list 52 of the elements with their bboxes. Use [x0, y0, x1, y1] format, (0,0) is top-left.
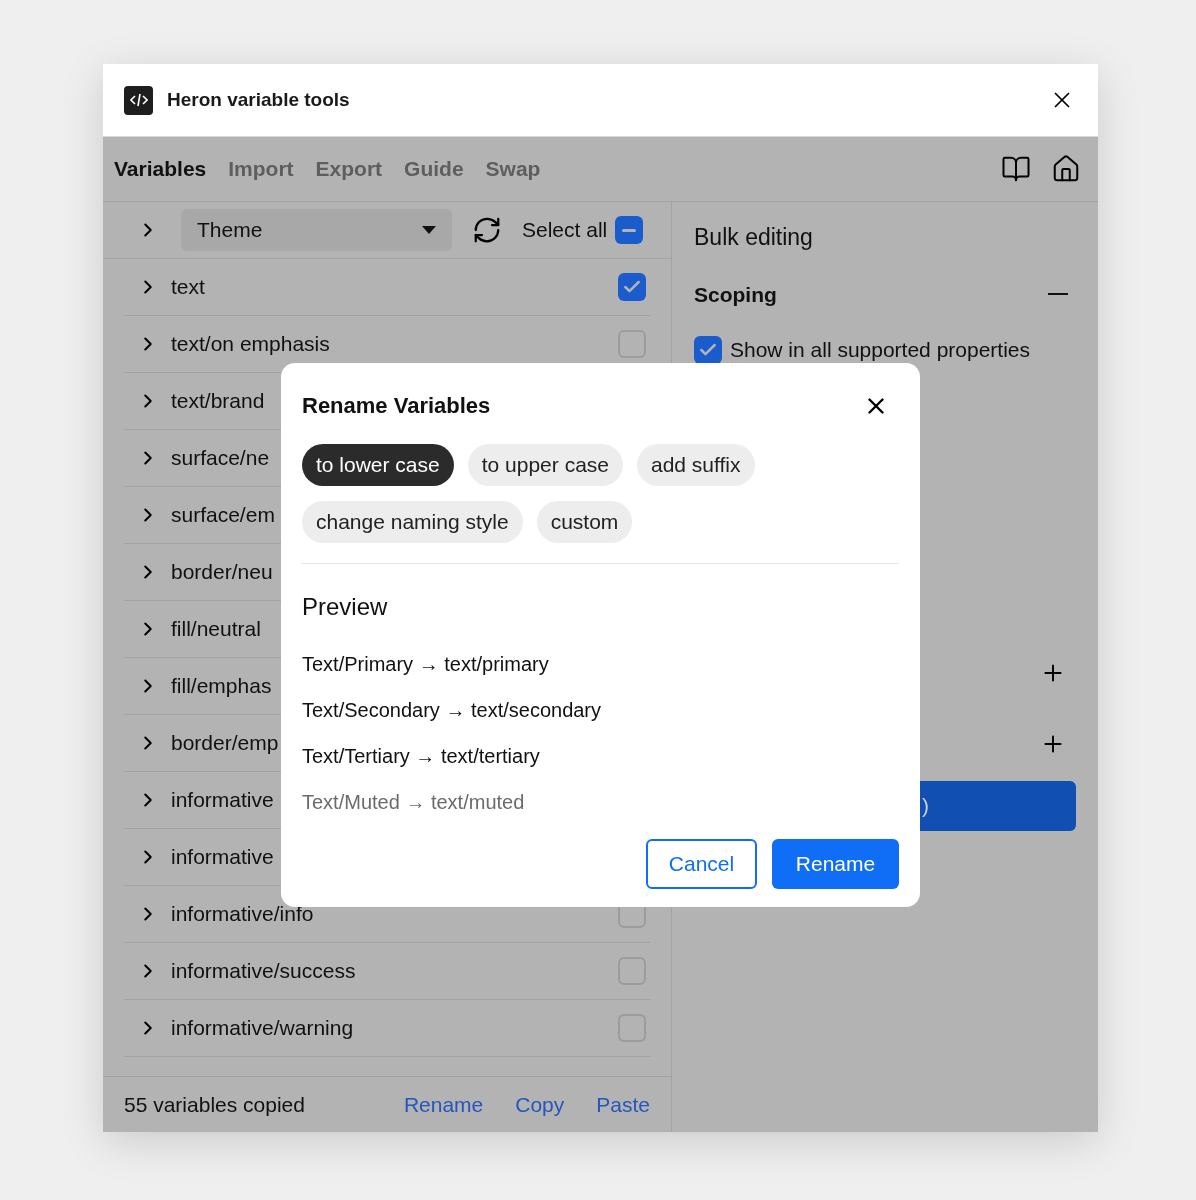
- home-icon[interactable]: [1051, 154, 1081, 184]
- tab[interactable]: Export: [315, 153, 383, 185]
- rename-button[interactable]: Rename: [772, 839, 899, 889]
- window-title: Heron variable tools: [167, 87, 350, 112]
- option-chip[interactable]: change naming style: [302, 501, 523, 543]
- tab[interactable]: Swap: [485, 153, 541, 185]
- variable-name: surface/ne: [171, 445, 270, 472]
- footer-link[interactable]: Paste: [596, 1088, 650, 1121]
- variable-name: informative: [171, 787, 274, 814]
- dialog-title: Rename Variables: [302, 392, 491, 420]
- option-chip[interactable]: custom: [536, 501, 633, 543]
- scoping-title: Scoping: [694, 281, 777, 308]
- select-all-checkbox[interactable]: [615, 216, 644, 244]
- preview-title: Preview: [302, 592, 389, 622]
- section-title: Bulk editing: [694, 223, 814, 252]
- variable-checkbox[interactable]: [618, 273, 646, 301]
- preview-line: Text/Tertiary → text/tertiary: [302, 744, 541, 769]
- scope-checkbox[interactable]: [694, 335, 722, 364]
- checkbox-label: Show in all supported properties: [730, 337, 1030, 363]
- variable-name: informative/success: [171, 958, 356, 985]
- book-icon[interactable]: [1001, 154, 1031, 184]
- variable-name: border/emp: [171, 730, 279, 757]
- variable-name: text/brand: [171, 388, 265, 415]
- collection-dropdown[interactable]: Theme: [181, 209, 452, 251]
- preview-line: Text/Secondary → text/secondary: [302, 698, 603, 723]
- variable-name: surface/em: [171, 502, 275, 529]
- footer-link[interactable]: Rename: [403, 1088, 484, 1121]
- variable-name: text/on emphasis: [171, 331, 330, 358]
- tab[interactable]: Variables: [114, 153, 207, 185]
- variable-name: border/neu: [171, 559, 273, 586]
- refresh-icon[interactable]: [472, 215, 502, 245]
- code-icon: [124, 85, 153, 115]
- option-chip[interactable]: to lower case: [302, 444, 454, 486]
- variable-name: fill/neutral: [171, 616, 261, 643]
- option-chip[interactable]: to upper case: [467, 444, 623, 486]
- caret-icon: [422, 226, 436, 234]
- tab[interactable]: Import: [228, 153, 294, 185]
- collapse-icon[interactable]: [1048, 293, 1068, 296]
- preview-line: Text/Primary → text/primary: [302, 652, 550, 677]
- variable-name: text: [171, 274, 205, 301]
- variable-name: informative/info: [171, 901, 314, 928]
- select-all-label: Select all: [522, 217, 608, 244]
- cancel-button[interactable]: Cancel: [646, 839, 757, 889]
- option-chip[interactable]: add suffix: [637, 444, 755, 486]
- variable-name: informative/warning: [171, 1015, 354, 1042]
- preview-line: Text/Muted → text/muted: [302, 790, 526, 815]
- tab[interactable]: Guide: [404, 153, 464, 185]
- variable-name: informative: [171, 844, 274, 871]
- minus-icon: [622, 228, 637, 232]
- footer-link[interactable]: Copy: [515, 1088, 565, 1121]
- variable-name: fill/emphas: [171, 673, 272, 700]
- status-text: 55 variables copied: [124, 1091, 305, 1118]
